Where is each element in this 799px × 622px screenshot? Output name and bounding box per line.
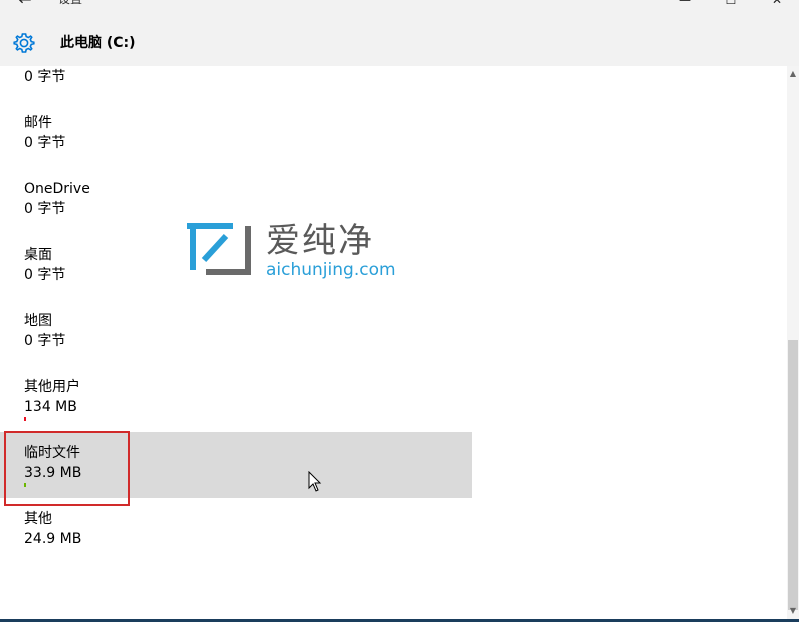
list-item[interactable]	[0, 66, 472, 108]
item-size: 0 字节	[24, 135, 66, 151]
list-item[interactable]: 邮件 0 字节	[0, 110, 472, 176]
item-size: 24.9 MB	[24, 531, 82, 547]
scrollbar[interactable]: ▲ ▼	[787, 66, 799, 619]
watermark-url: aichunjing.com	[266, 260, 396, 280]
list-item[interactable]: 其他 24.9 MB	[0, 506, 472, 572]
mouse-cursor-icon	[308, 471, 322, 492]
annotation-box	[4, 431, 130, 506]
list-item[interactable]: 地图 0 字节	[0, 308, 472, 374]
item-name: 地图	[24, 313, 52, 329]
app-title: 设置	[58, 0, 82, 8]
item-size: 0 字节	[24, 201, 66, 217]
item-name: 桌面	[24, 247, 52, 263]
item-name: OneDrive	[24, 181, 90, 197]
item-name: 其他用户	[24, 379, 80, 395]
scroll-down-icon[interactable]: ▼	[787, 605, 799, 617]
page-title: 此电脑 (C:)	[60, 35, 136, 51]
storage-list: 0 字节 邮件 0 字节 OneDrive 0 字节 桌面 0 字节 地图 0 …	[0, 66, 787, 619]
watermark-text: 爱纯净	[266, 221, 374, 261]
gear-icon	[13, 33, 35, 53]
minimize-button[interactable]: —	[662, 0, 708, 9]
item-size: 134 MB	[24, 399, 77, 415]
item-name: 其他	[24, 511, 52, 527]
item-name: 邮件	[24, 115, 52, 131]
title-bar: ← 设置 — ☐ ✕ 此电脑 (C:)	[0, 0, 799, 66]
scroll-thumb[interactable]	[788, 340, 798, 610]
maximize-button[interactable]: ☐	[708, 0, 754, 9]
scroll-up-icon[interactable]: ▲	[787, 68, 799, 80]
item-size: 0 字节	[24, 267, 66, 283]
item-size: 0 字节	[24, 69, 66, 85]
item-size: 0 字节	[24, 333, 66, 349]
watermark-logo-icon	[187, 223, 251, 275]
usage-bar	[24, 417, 26, 421]
close-button[interactable]: ✕	[754, 0, 799, 9]
back-arrow-icon[interactable]: ←	[16, 0, 34, 9]
